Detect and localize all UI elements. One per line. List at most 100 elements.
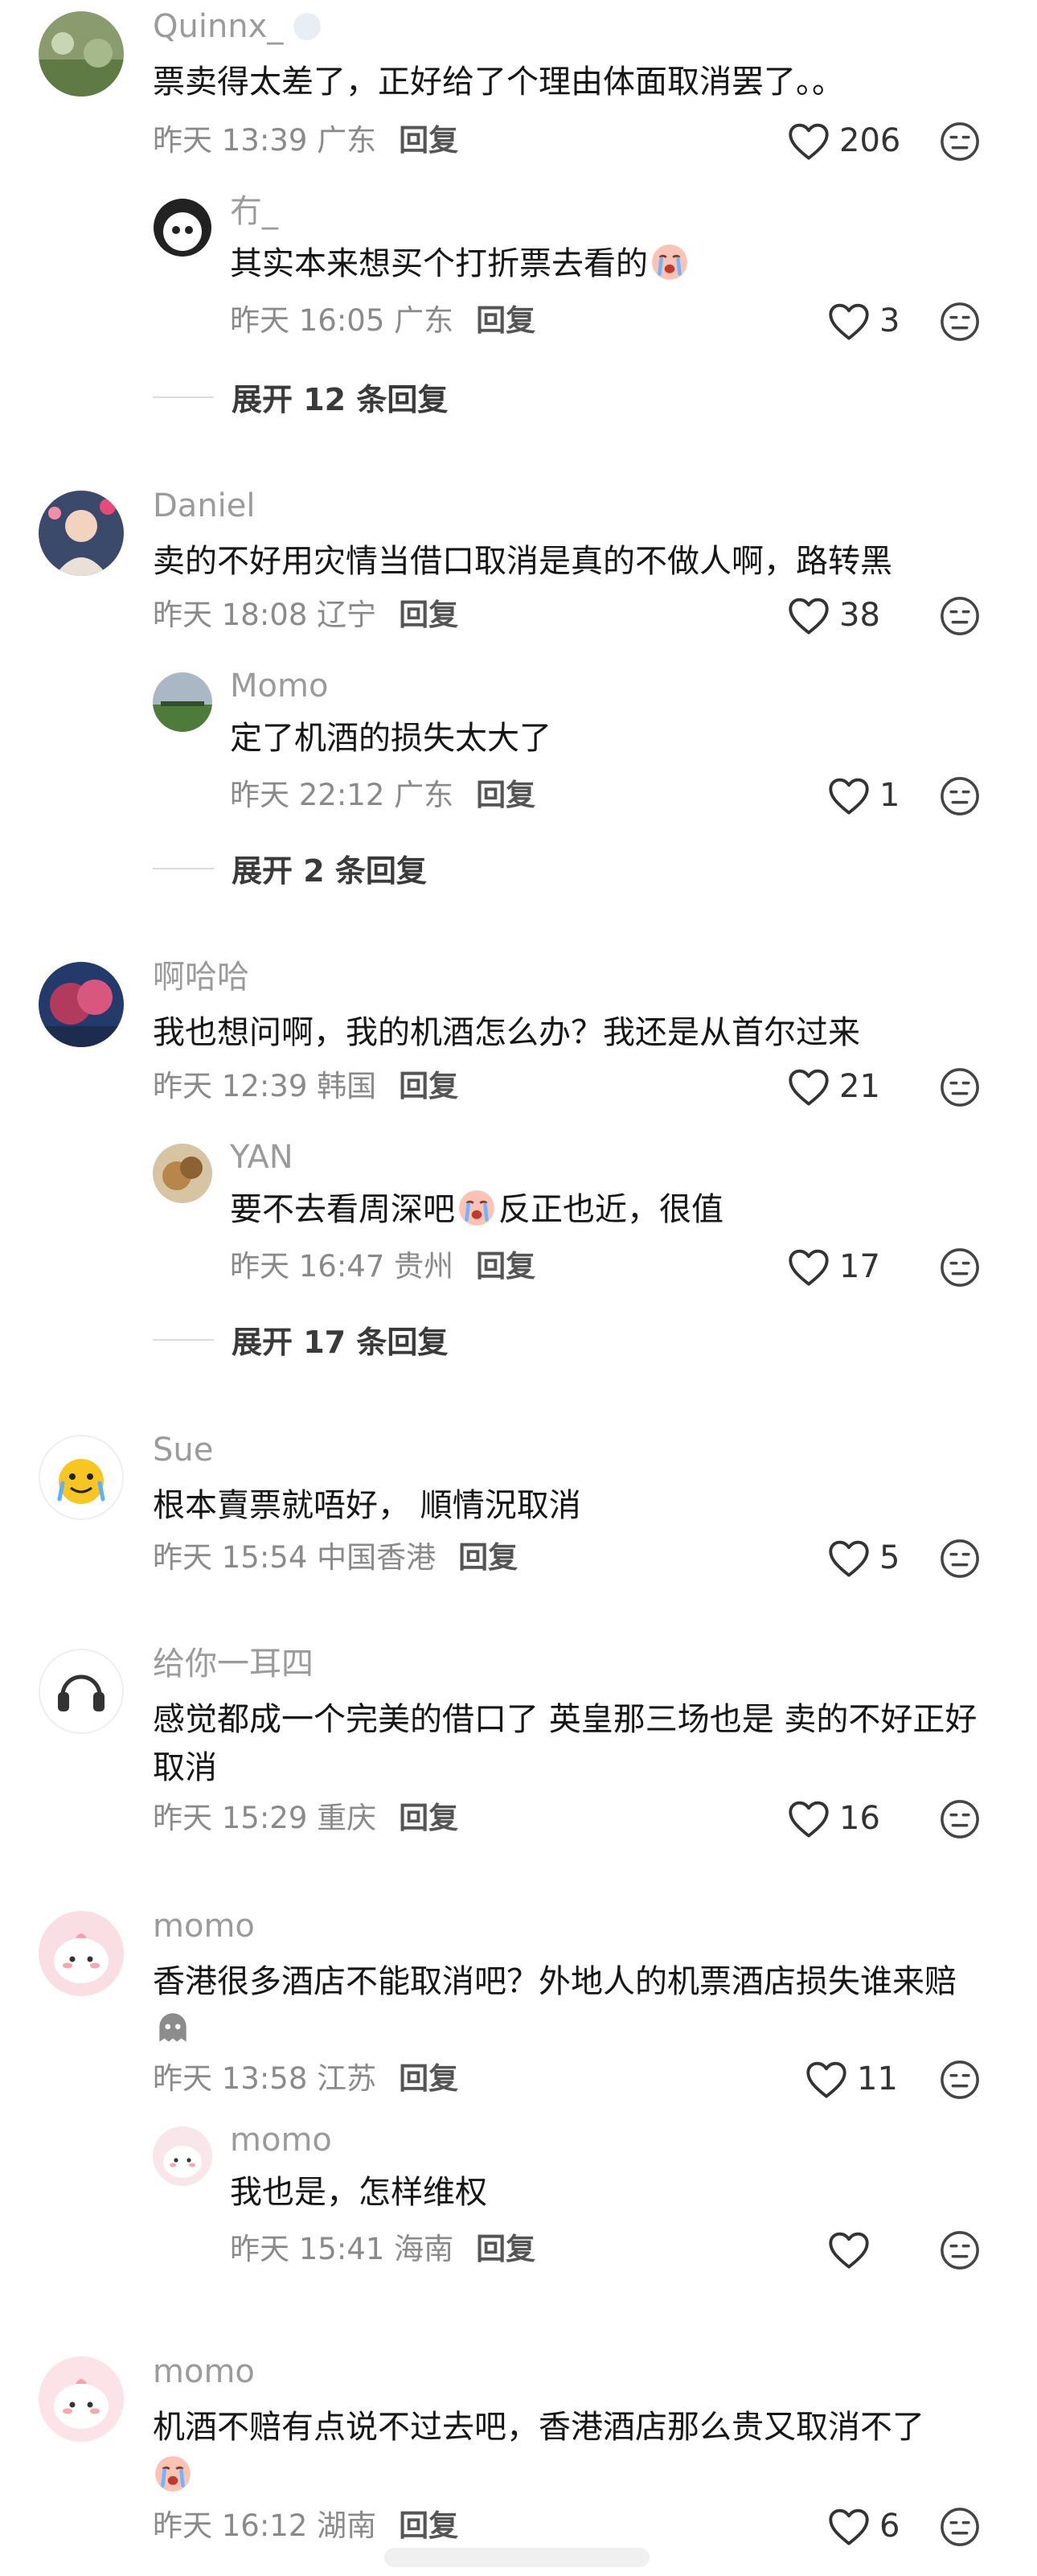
reply-button[interactable]: 回复: [476, 1249, 535, 1284]
avatar[interactable]: [39, 2356, 124, 2442]
neutral-face-icon[interactable]: [939, 595, 981, 637]
like-button[interactable]: 3: [826, 301, 900, 341]
comment-meta: 昨天 16:12 湖南 回复: [153, 2506, 458, 2546]
comment-time: 昨天 16:12: [153, 2508, 308, 2543]
like-button[interactable]: 17: [786, 1247, 880, 1287]
comment-location: 海南: [394, 2232, 454, 2266]
heart-outline-icon: [804, 2059, 849, 2099]
heart-outline-icon: [826, 1538, 871, 1578]
comment-location: 广东: [394, 303, 454, 338]
like-button[interactable]: 16: [786, 1798, 880, 1839]
like-button[interactable]: 1: [826, 775, 900, 816]
comment: momo 香港很多酒店不能取消吧？外地人的机票酒店损失谁来赔 昨天 13:58 …: [0, 1900, 1037, 2109]
like-button[interactable]: 6: [826, 2506, 900, 2546]
reply-button[interactable]: 回复: [399, 2508, 458, 2543]
neutral-face-icon[interactable]: [939, 1798, 981, 1840]
comment-location: 湖南: [317, 2508, 377, 2543]
neutral-face-icon[interactable]: [939, 1066, 981, 1108]
comment-author[interactable]: Daniel: [153, 486, 256, 526]
comment-location: 贵州: [394, 1249, 454, 1284]
like-button[interactable]: 11: [804, 2059, 898, 2099]
avatar[interactable]: [39, 1649, 124, 1734]
reply-button[interactable]: 回复: [399, 123, 458, 158]
comment-location: 辽宁: [317, 598, 377, 632]
like-count: 3: [879, 302, 900, 339]
reply-button[interactable]: 回复: [458, 1540, 518, 1575]
comment-text: 票卖得太差了，正好给了个理由体面取消罢了。。: [153, 64, 844, 101]
comment-author[interactable]: 给你一耳四: [153, 1644, 314, 1684]
like-count: 6: [879, 2508, 900, 2545]
like-button[interactable]: 206: [786, 121, 900, 161]
avatar[interactable]: [39, 962, 124, 1047]
neutral-face-icon[interactable]: [939, 2506, 981, 2548]
neutral-face-icon[interactable]: [939, 1538, 981, 1580]
reply-button[interactable]: 回复: [476, 303, 535, 338]
neutral-face-icon[interactable]: [939, 1247, 981, 1288]
comment-meta: 昨天 16:05 广东 回复: [230, 301, 535, 341]
avatar[interactable]: [153, 1144, 212, 1203]
comment: Daniel 卖的不好用灾情当借口取消是真的不做人啊，路转黑 昨天 18:08 …: [0, 479, 1037, 656]
comment-meta: 昨天 15:54 中国香港 回复: [153, 1538, 518, 1578]
comment-text: 其实本来想买个打折票去看的: [230, 240, 989, 288]
heart-outline-icon: [826, 2506, 871, 2546]
like-button[interactable]: 21: [786, 1066, 880, 1107]
heart-outline-icon: [826, 301, 871, 341]
avatar[interactable]: [153, 2126, 212, 2186]
comment-author[interactable]: momo: [153, 2352, 255, 2392]
watermark: [384, 2548, 650, 2567]
like-button[interactable]: 5: [826, 1538, 900, 1578]
like-count: 16: [839, 1800, 880, 1837]
comment-text: 我也想问啊，我的机酒怎么办？我还是从首尔过来: [153, 1014, 860, 1051]
heart-outline-icon: [786, 595, 831, 635]
reply-button[interactable]: 回复: [476, 2232, 535, 2266]
comment-location: 韩国: [317, 1069, 377, 1103]
like-count: 17: [839, 1248, 880, 1285]
comment: momo 机酒不赔有点说不过去吧，香港酒店那么贵又取消不了 昨天 16:12 湖…: [0, 2345, 1037, 2562]
comment-author[interactable]: momo: [230, 2120, 332, 2160]
reply-button[interactable]: 回复: [399, 1801, 458, 1835]
like-count: 21: [839, 1068, 880, 1105]
comment-location: 广东: [317, 123, 377, 158]
comment-author[interactable]: YAN: [230, 1137, 293, 1177]
avatar[interactable]: [39, 1435, 124, 1520]
expand-replies-button[interactable]: 展开 17 条回复: [153, 1317, 448, 1362]
neutral-face-icon[interactable]: [939, 775, 981, 817]
neutral-face-icon[interactable]: [939, 301, 981, 343]
neutral-face-icon[interactable]: [939, 121, 981, 162]
comment-time: 昨天 16:47: [230, 1249, 385, 1284]
comment-author[interactable]: Sue: [153, 1430, 213, 1470]
comment-author[interactable]: Quinnx_: [153, 6, 322, 47]
comment-meta: 昨天 18:08 辽宁 回复: [153, 595, 458, 635]
comment-author[interactable]: 啊哈哈: [153, 957, 249, 997]
reply-button[interactable]: 回复: [399, 2061, 458, 2096]
comment: 啊哈哈 我也想问啊，我的机酒怎么办？我还是从首尔过来 昨天 12:39 韩国 回复…: [0, 951, 1037, 1128]
expand-replies-button[interactable]: 展开 12 条回复: [153, 375, 448, 419]
avatar[interactable]: [39, 1911, 124, 1996]
avatar[interactable]: [153, 672, 212, 732]
like-button[interactable]: [826, 2229, 879, 2270]
comment-location: 重庆: [317, 1801, 377, 1835]
comment-time: 昨天 15:29: [153, 1801, 308, 1835]
like-button[interactable]: 38: [786, 595, 880, 635]
avatar[interactable]: [39, 11, 124, 97]
comment-author[interactable]: Momo: [230, 666, 328, 706]
comment-author[interactable]: 冇_: [230, 191, 278, 232]
comment-text: 要不去看周深吧 反正也近，很值: [230, 1185, 989, 1234]
avatar[interactable]: [39, 491, 124, 576]
heart-outline-icon: [786, 121, 831, 161]
neutral-face-icon[interactable]: [939, 2229, 981, 2271]
comment-text: 定了机酒的损失太大了: [230, 720, 551, 757]
reply-button[interactable]: 回复: [399, 1069, 458, 1103]
comment-meta: 昨天 16:47 贵州 回复: [230, 1247, 535, 1287]
comment-author[interactable]: momo: [153, 1906, 255, 1946]
comment-text: 香港很多酒店不能取消吧？外地人的机票酒店损失谁来赔: [153, 1958, 989, 2054]
expand-replies-button[interactable]: 展开 2 条回复: [153, 846, 427, 890]
reply-button[interactable]: 回复: [476, 778, 535, 812]
comment-time: 昨天 13:58: [153, 2061, 308, 2096]
divider: [153, 396, 214, 398]
comment-meta: 昨天 15:29 重庆 回复: [153, 1798, 458, 1839]
neutral-face-icon[interactable]: [939, 2059, 981, 2101]
reply-button[interactable]: 回复: [399, 598, 458, 632]
comment-time: 昨天 15:41: [230, 2232, 385, 2266]
avatar[interactable]: [153, 198, 212, 257]
